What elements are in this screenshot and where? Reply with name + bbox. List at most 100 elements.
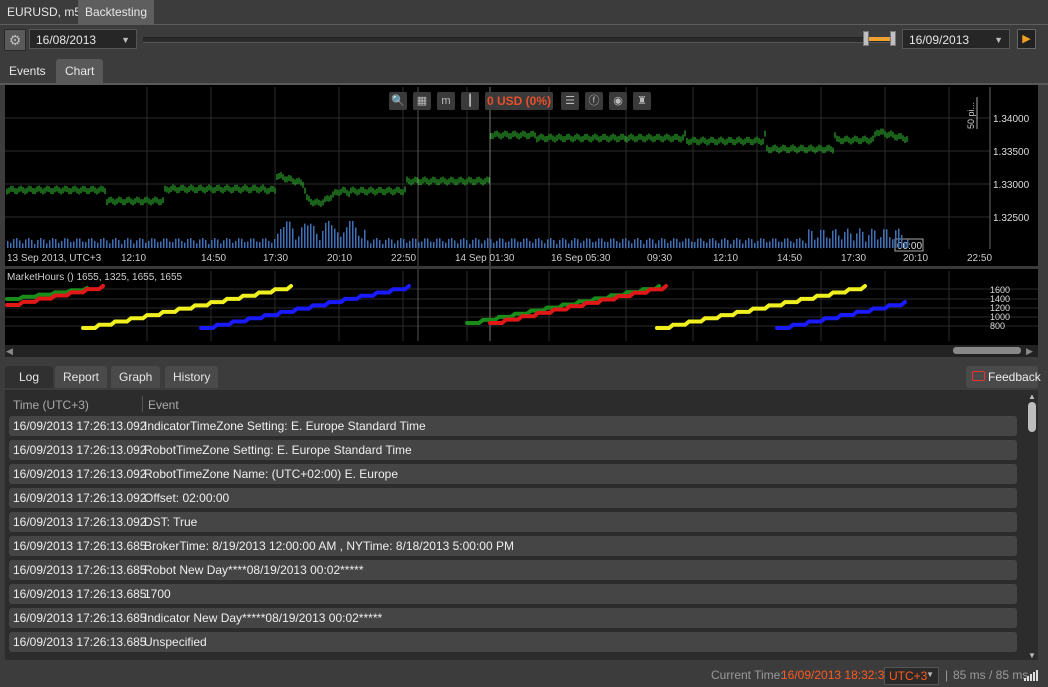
tab-chart[interactable]: Chart xyxy=(56,59,104,83)
volume-bar xyxy=(172,242,174,248)
volume-bar xyxy=(46,243,48,248)
volume-bar xyxy=(565,239,567,248)
volume-bar xyxy=(748,238,750,248)
chart-settings-icon[interactable]: ▦ xyxy=(413,92,431,110)
feedback-icon xyxy=(972,371,985,381)
volume-bar xyxy=(814,239,816,248)
table-row[interactable]: 16/09/2013 17:26:13.685 BrokerTime: 8/19/… xyxy=(9,536,1017,556)
log-time: 16/09/2013 17:26:13.685 xyxy=(13,539,147,553)
chart-scroll-thumb[interactable] xyxy=(953,347,1021,354)
gear-icon[interactable]: ⚙ xyxy=(4,29,26,51)
table-row[interactable]: 16/09/2013 17:26:13.092 IndicatorTimeZone… xyxy=(9,416,1017,436)
volume-bar xyxy=(817,237,819,248)
volume-bar xyxy=(43,239,45,248)
volume-bar xyxy=(217,239,219,248)
volume-bar xyxy=(256,241,258,248)
volume-bar xyxy=(439,238,441,248)
tab-log[interactable]: Log xyxy=(5,366,53,388)
tab-graph[interactable]: Graph xyxy=(111,366,161,388)
play-icon[interactable]: ▶ xyxy=(1017,29,1036,49)
zoom-icon[interactable]: 🔍 xyxy=(389,92,407,110)
volume-bar xyxy=(877,239,879,248)
volume-bar xyxy=(883,229,885,248)
tab-events[interactable]: Events xyxy=(0,59,55,83)
end-date-value: 16/09/2013 xyxy=(909,33,970,47)
volume-bar xyxy=(640,239,642,248)
objects-icon[interactable]: ◉ xyxy=(609,92,627,110)
time-tick-label: 20:10 xyxy=(903,253,928,264)
feedback-label: Feedback xyxy=(988,370,1041,384)
volume-bar xyxy=(556,243,558,248)
chevron-down-icon: ▼ xyxy=(926,670,934,679)
end-date-select[interactable]: 16/09/2013 ▼ xyxy=(902,29,1010,49)
volume-bar xyxy=(751,239,753,248)
volume-bar xyxy=(688,238,690,248)
tab-report[interactable]: Report xyxy=(55,366,108,388)
log-event: DST: True xyxy=(144,515,198,529)
volume-bar xyxy=(757,240,759,248)
candlestick-icon[interactable]: ┃ xyxy=(461,92,479,110)
info-icon[interactable]: ⓕ xyxy=(585,92,603,110)
start-date-select[interactable]: 16/08/2013 ▼ xyxy=(29,29,137,49)
list-icon[interactable]: ☰ xyxy=(561,92,579,110)
table-row[interactable]: 16/09/2013 17:26:13.092 DST: True xyxy=(9,512,1017,532)
volume-bar xyxy=(343,232,345,248)
time-tick-label: 17:30 xyxy=(841,253,866,264)
volume-bar xyxy=(853,240,855,248)
chevron-down-icon: ▼ xyxy=(994,35,1003,45)
date-range-slider[interactable] xyxy=(143,37,895,43)
scroll-up-icon[interactable]: ▲ xyxy=(1028,392,1036,401)
volume-bar xyxy=(613,238,615,248)
chart-area[interactable]: 1.34000 1.33500 1.33000 1.32500 50 pi... 13 S… xyxy=(5,85,1038,357)
table-row[interactable]: 16/09/2013 17:26:13.092 RobotTimeZone Nam… xyxy=(9,464,1017,484)
log-time: 16/09/2013 17:26:13.685 xyxy=(13,563,147,577)
slider-start-handle[interactable] xyxy=(863,31,869,46)
scroll-left-icon[interactable]: ◀ xyxy=(6,346,13,357)
log-scroll-thumb[interactable] xyxy=(1028,402,1036,432)
volume-bar xyxy=(496,240,498,248)
table-row[interactable]: 16/09/2013 17:26:13.092 RobotTimeZone Set… xyxy=(9,440,1017,460)
timeframe-icon[interactable]: m xyxy=(437,92,455,110)
volume-bar xyxy=(712,238,714,248)
log-time: 16/09/2013 17:26:13.092 xyxy=(13,515,147,529)
volume-bar xyxy=(253,238,255,248)
window-tab-backtesting[interactable]: Backtesting xyxy=(78,0,155,24)
price-tick-label: 1.32500 xyxy=(993,213,1030,224)
scroll-right-icon[interactable]: ▶ xyxy=(1026,346,1033,357)
volume-bar xyxy=(316,233,318,248)
volume-bar xyxy=(118,239,120,248)
slider-end-handle[interactable] xyxy=(890,31,896,46)
volume-bar xyxy=(289,221,291,248)
column-header-time[interactable]: Time (UTC+3) xyxy=(13,398,89,412)
time-tick-label: 12:10 xyxy=(713,253,738,264)
person-icon[interactable]: ♜ xyxy=(633,92,651,110)
column-header-event[interactable]: Event xyxy=(148,398,179,412)
price-chart[interactable]: 1.34000 1.33500 1.33000 1.32500 50 pi... 13 S… xyxy=(5,85,1038,357)
feedback-button[interactable]: Feedback xyxy=(966,366,1041,388)
scroll-down-icon[interactable]: ▼ xyxy=(1028,651,1036,660)
volume-bar xyxy=(25,239,27,248)
latency-value: 85 ms / 85 ms xyxy=(953,668,1029,682)
volume-bar xyxy=(367,240,369,248)
volume-bar xyxy=(169,241,171,248)
table-row[interactable]: 16/09/2013 17:26:13.092 Offset: 02:00:00 xyxy=(9,488,1017,508)
table-row[interactable]: 16/09/2013 17:26:13.685 Robot New Day****… xyxy=(9,560,1017,580)
volume-bar xyxy=(904,241,906,248)
volume-bar xyxy=(472,239,474,248)
tab-history[interactable]: History xyxy=(165,366,219,388)
table-row[interactable]: 16/09/2013 17:26:13.685 Unspecified xyxy=(9,632,1017,652)
volume-bar xyxy=(268,240,270,248)
table-row[interactable]: 16/09/2013 17:26:13.685 1700 xyxy=(9,584,1017,604)
volume-bar xyxy=(106,240,108,248)
volume-bar xyxy=(133,243,135,248)
volume-bar xyxy=(307,225,309,248)
blue-line xyxy=(199,284,411,330)
volume-bar xyxy=(739,239,741,248)
window-tab-symbol[interactable]: EURUSD, m5 xyxy=(0,0,88,24)
volume-bar xyxy=(658,240,660,248)
timezone-select[interactable]: UTC+3 ▼ xyxy=(884,667,939,685)
chart-scrollbar[interactable] xyxy=(5,345,1038,357)
log-scrollbar[interactable] xyxy=(1026,392,1038,660)
volume-bar xyxy=(715,240,717,248)
table-row[interactable]: 16/09/2013 17:26:13.685 Indicator New Day… xyxy=(9,608,1017,628)
